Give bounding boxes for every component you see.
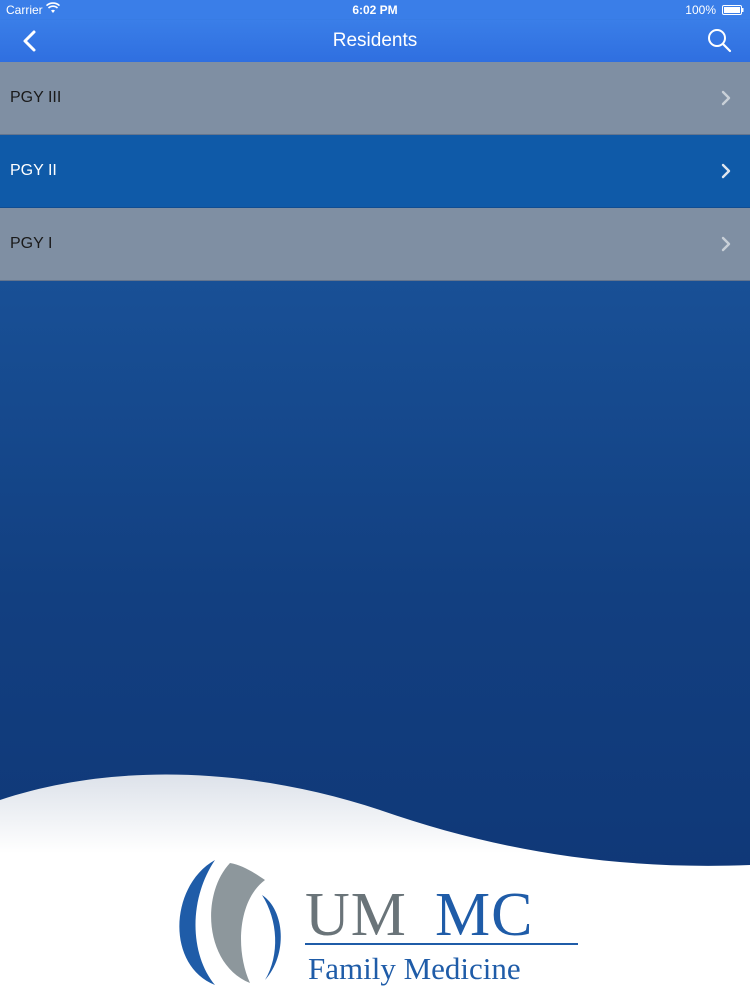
ummc-family-medicine-logo: UM MC Family Medicine — [179, 860, 578, 986]
list-item-pgy-iii[interactable]: PGY III — [0, 62, 750, 135]
svg-text:UM: UM — [305, 881, 407, 949]
svg-text:Family Medicine: Family Medicine — [308, 951, 521, 986]
search-icon[interactable] — [706, 27, 732, 53]
chevron-right-icon — [721, 236, 731, 252]
battery-icon — [722, 5, 744, 15]
list-item-pgy-i[interactable]: PGY I — [0, 208, 750, 281]
chevron-right-icon — [721, 90, 731, 106]
svg-text:MC: MC — [435, 881, 533, 949]
list-item-label: PGY III — [10, 89, 62, 106]
nav-bar: Residents — [0, 20, 750, 62]
list-item-pgy-ii[interactable]: PGY II — [0, 135, 750, 208]
battery-percent: 100% — [685, 3, 716, 17]
list-item-label: PGY I — [10, 235, 53, 252]
residents-list: PGY III PGY II PGY I — [0, 62, 750, 281]
page-title: Residents — [332, 30, 418, 51]
status-bar: Carrier 6:02 PM 100% — [0, 0, 750, 20]
chevron-right-icon — [721, 163, 731, 179]
clock: 6:02 PM — [352, 3, 398, 17]
list-item-label: PGY II — [10, 162, 57, 179]
